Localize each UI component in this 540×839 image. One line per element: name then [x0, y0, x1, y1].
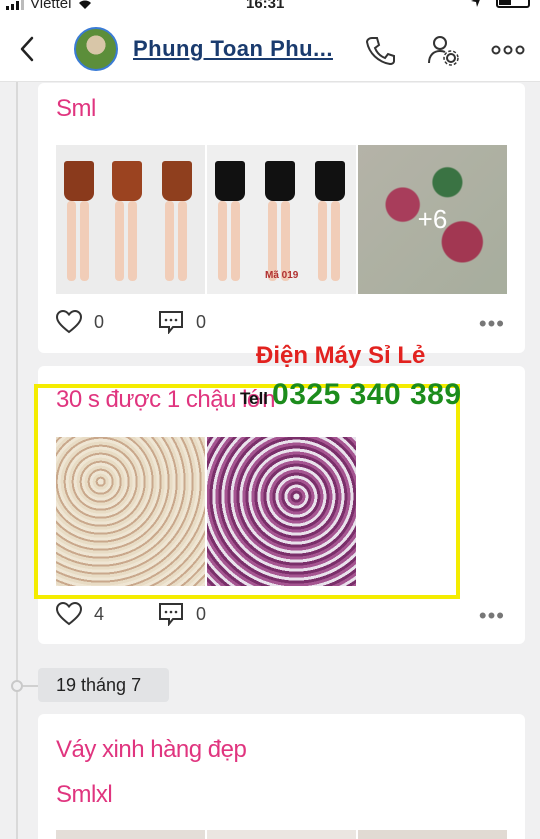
post-title: Sml — [56, 95, 96, 122]
signal-icon — [6, 0, 24, 10]
date-separator: 19 tháng 7 — [38, 668, 169, 702]
post-subtitle: Smlxl — [56, 781, 113, 808]
back-arrow-icon[interactable] — [14, 32, 44, 66]
like-count: 0 — [94, 311, 105, 332]
comment-count: 0 — [196, 603, 207, 624]
user-settings-icon[interactable] — [427, 34, 459, 66]
heart-icon[interactable] — [56, 310, 82, 334]
chat-header: Phung Toan Phu... — [0, 14, 540, 82]
watermark-phone: 0325 340 389 — [272, 378, 462, 411]
page-title[interactable]: Phung Toan Phu... — [133, 36, 333, 62]
watermark-shop-name: Điện Máy Sỉ Lẻ — [256, 342, 426, 369]
battery-icon — [496, 0, 530, 8]
status-bar: Viettel 16:31 — [0, 0, 540, 14]
post-image[interactable] — [56, 145, 205, 294]
carrier: Viettel — [6, 0, 93, 12]
timeline-line — [16, 82, 18, 839]
image-code: Mã 019 — [265, 270, 299, 281]
timeline-connector — [23, 685, 38, 687]
post-more-icon[interactable]: ••• — [479, 603, 505, 629]
post-actions: 0 0 — [56, 310, 206, 334]
timeline-dot — [11, 680, 23, 692]
post-more-icon[interactable]: ••• — [479, 311, 505, 337]
clock: 16:31 — [246, 0, 285, 12]
watermark-tell-label: Tell — [240, 389, 269, 408]
heart-icon[interactable] — [56, 602, 82, 626]
post-image[interactable] — [56, 830, 205, 839]
like-count: 4 — [94, 603, 105, 624]
comment-icon[interactable] — [158, 602, 184, 626]
post-image[interactable]: +6 — [358, 145, 507, 294]
post-image[interactable] — [207, 437, 356, 586]
carrier-name: Viettel — [30, 0, 72, 12]
comment-icon[interactable] — [158, 310, 184, 334]
more-images-label: +6 — [358, 145, 507, 294]
post-card[interactable]: Sml Mã 019 +6 0 0 ••• — [38, 83, 525, 353]
wifi-icon — [79, 0, 92, 9]
post-image[interactable] — [358, 830, 507, 839]
post-image[interactable] — [56, 437, 205, 586]
phone-icon[interactable] — [364, 34, 396, 66]
avatar[interactable] — [74, 27, 118, 71]
post-card[interactable]: Váy xinh hàng đẹp Smlxl — [38, 714, 525, 839]
comment-count: 0 — [196, 311, 207, 332]
post-title: Váy xinh hàng đẹp — [56, 736, 247, 763]
post-image[interactable] — [207, 830, 356, 839]
post-image[interactable]: Mã 019 — [207, 145, 356, 294]
watermark-contact: Tell 0325 340 389 — [240, 378, 462, 412]
post-actions: 4 0 — [56, 602, 206, 626]
location-icon — [471, 0, 480, 7]
more-options-icon[interactable] — [490, 34, 526, 66]
